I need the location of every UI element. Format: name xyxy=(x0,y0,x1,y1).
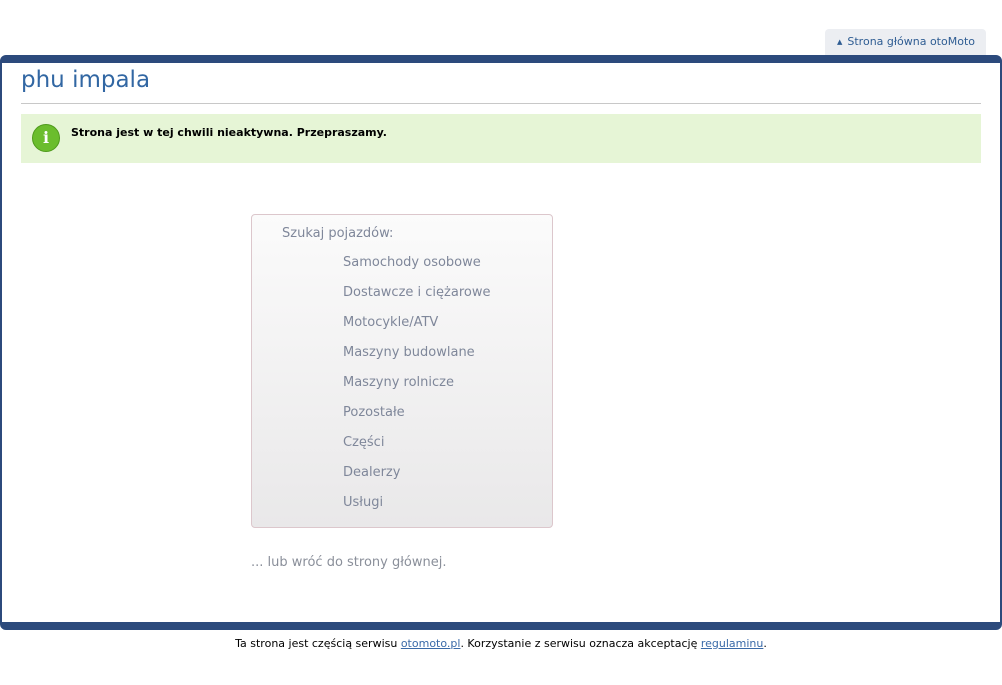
page-title: phu impala xyxy=(21,67,151,93)
footer-prefix: Ta strona jest częścią serwisu xyxy=(235,637,401,650)
category-link-construction-machines[interactable]: Maszyny budowlane xyxy=(343,345,475,360)
list-item: Części xyxy=(343,435,490,465)
list-item: Dealerzy xyxy=(343,465,490,495)
list-item: Pozostałe xyxy=(343,405,490,435)
footer-suffix: . xyxy=(763,637,767,650)
vehicle-search-box: Szukaj pojazdów: Samochody osobowe Dosta… xyxy=(251,214,553,528)
footer: Ta strona jest częścią serwisu otomoto.p… xyxy=(0,637,1002,650)
list-item: Motocykle/ATV xyxy=(343,315,490,345)
home-link-label: Strona główna otoMoto xyxy=(847,35,975,48)
up-arrow-icon: ▲ xyxy=(837,38,843,46)
info-icon: i xyxy=(32,124,60,152)
list-item: Maszyny budowlane xyxy=(343,345,490,375)
list-item: Usługi xyxy=(343,495,490,525)
category-link-other[interactable]: Pozostałe xyxy=(343,405,405,420)
search-heading: Szukaj pojazdów: xyxy=(282,226,394,241)
site-link[interactable]: otomoto.pl xyxy=(401,637,461,650)
category-link-parts[interactable]: Części xyxy=(343,435,384,450)
list-item: Dostawcze i ciężarowe xyxy=(343,285,490,315)
terms-link[interactable]: regulaminu xyxy=(701,637,764,650)
list-item: Samochody osobowe xyxy=(343,255,490,285)
back-to-home-link[interactable]: ... lub wróć do strony głównej. xyxy=(251,555,447,570)
list-item: Maszyny rolnicze xyxy=(343,375,490,405)
category-link-vans-trucks[interactable]: Dostawcze i ciężarowe xyxy=(343,285,490,300)
home-link[interactable]: ▲ Strona główna otoMoto xyxy=(825,29,986,55)
category-link-passenger-cars[interactable]: Samochody osobowe xyxy=(343,255,481,270)
category-link-agricultural-machines[interactable]: Maszyny rolnicze xyxy=(343,375,454,390)
category-list: Samochody osobowe Dostawcze i ciężarowe … xyxy=(343,255,490,525)
main-panel: phu impala i Strona jest w tej chwili ni… xyxy=(0,55,1002,630)
category-link-dealers[interactable]: Dealerzy xyxy=(343,465,400,480)
category-link-motorcycles[interactable]: Motocykle/ATV xyxy=(343,315,438,330)
notice-banner: i Strona jest w tej chwili nieaktywna. P… xyxy=(21,114,981,163)
category-link-services[interactable]: Usługi xyxy=(343,495,383,510)
notice-text: Strona jest w tej chwili nieaktywna. Prz… xyxy=(71,126,387,139)
footer-middle: . Korzystanie z serwisu oznacza akceptac… xyxy=(460,637,701,650)
title-divider xyxy=(21,103,981,104)
